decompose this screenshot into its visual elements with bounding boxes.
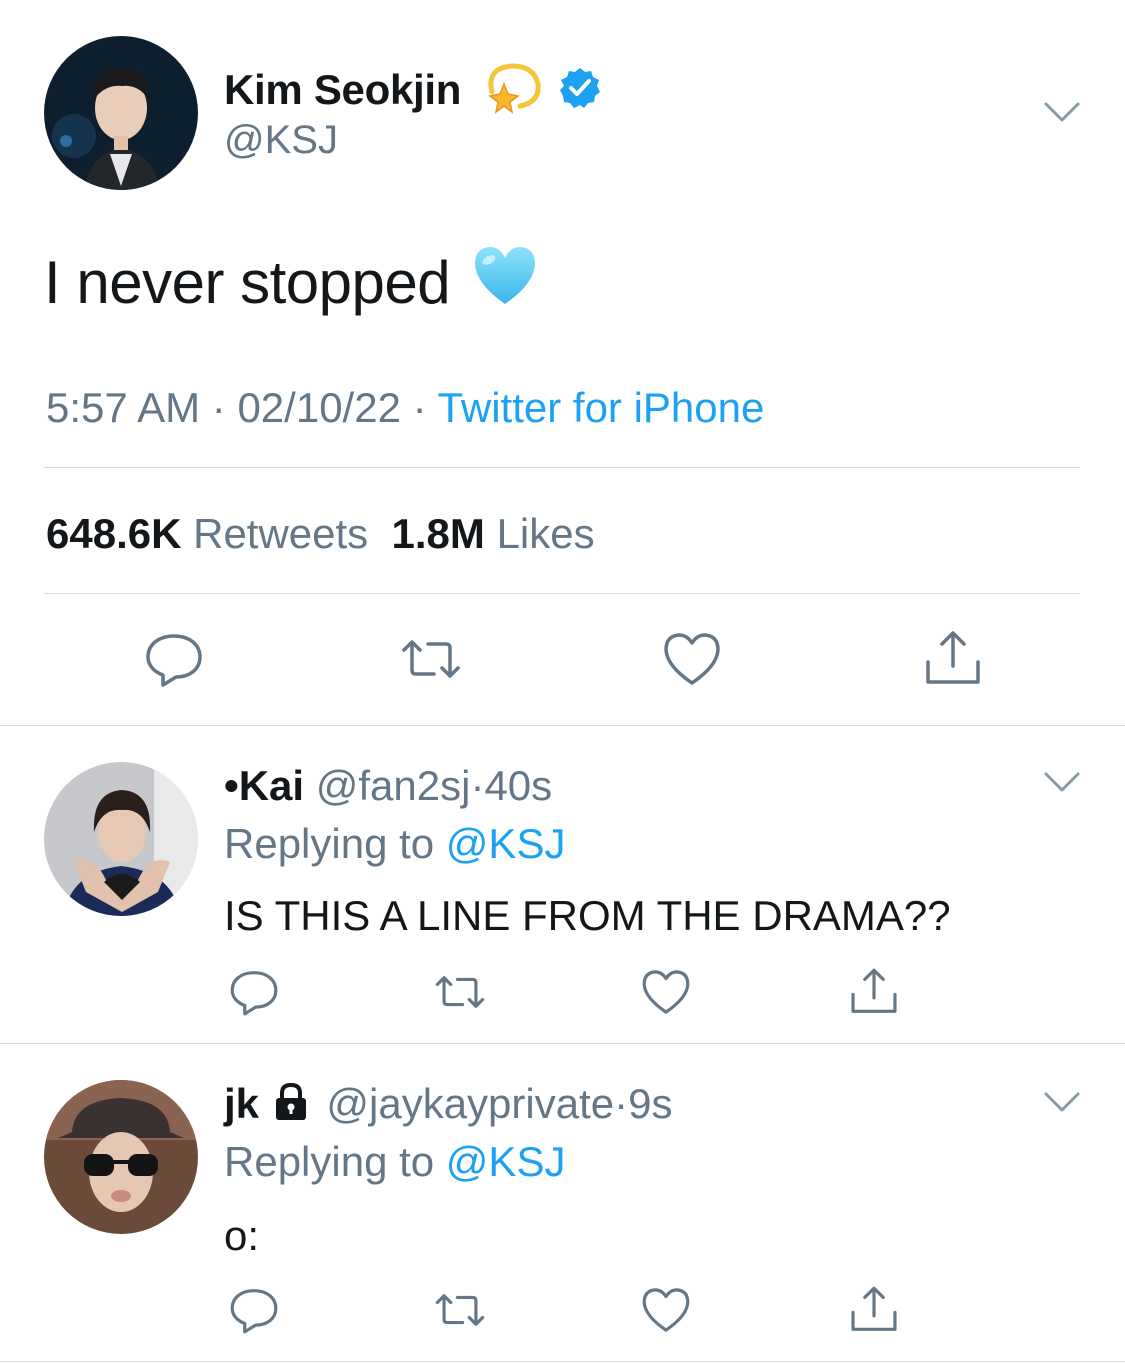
reply-timestamp[interactable]: 40s: [484, 762, 552, 809]
reply-avatar[interactable]: [44, 762, 198, 916]
chevron-down-icon[interactable]: [1042, 100, 1082, 124]
retweet-button[interactable]: [434, 966, 486, 1018]
divider: [0, 1361, 1125, 1362]
retweet-icon: [435, 1294, 485, 1326]
retweet-button[interactable]: [400, 628, 462, 690]
reply-author-handle[interactable]: @fan2sj: [316, 762, 471, 809]
share-icon: [851, 968, 897, 1013]
share-icon: [926, 631, 980, 684]
divider: [0, 725, 1125, 726]
share-button[interactable]: [922, 628, 984, 690]
heart-icon: [642, 1288, 690, 1332]
reply-text: IS THIS A LINE FROM THE DRAMA??: [224, 892, 951, 939]
chevron-down-icon[interactable]: [1042, 1090, 1082, 1114]
replying-to: Replying to @KSJ: [224, 820, 566, 867]
reply-icon: [146, 634, 202, 687]
retweets-stat[interactable]: 648.6K Retweets: [46, 510, 368, 557]
reply-avatar[interactable]: [44, 1080, 198, 1234]
replying-to: Replying to @KSJ: [224, 1138, 566, 1185]
light-blue-heart-emoji: [472, 244, 538, 320]
like-button[interactable]: [640, 1284, 692, 1336]
tweet-date[interactable]: 02/10/22: [237, 384, 401, 431]
retweet-icon: [435, 976, 485, 1008]
reply-text: o:: [224, 1212, 260, 1259]
divider: [44, 593, 1080, 594]
tweet-author-name[interactable]: Kim Seokjin: [224, 62, 602, 124]
likes-stat[interactable]: 1.8M Likes: [392, 510, 595, 557]
reply-author-name[interactable]: jk: [224, 1080, 259, 1127]
reply-button[interactable]: [228, 966, 280, 1018]
replying-to-handle[interactable]: @KSJ: [446, 820, 566, 867]
reply-icon: [230, 1289, 278, 1334]
tweet-stats: 648.6K Retweets 1.8M Likes: [46, 510, 595, 558]
like-button[interactable]: [661, 628, 723, 690]
verified-badge-icon: [558, 66, 602, 120]
reply-author-handle[interactable]: @jaykayprivate: [326, 1080, 614, 1127]
divider: [0, 1043, 1125, 1044]
tweet-text: I never stopped: [44, 244, 538, 320]
tweet-meta: 5:57 AM · 02/10/22 · Twitter for iPhone: [46, 384, 765, 431]
retweet-icon: [402, 640, 460, 678]
heart-icon: [642, 970, 690, 1014]
tweet-source-link[interactable]: Twitter for iPhone: [438, 384, 765, 431]
reply-icon: [230, 971, 278, 1016]
reply-author-name[interactable]: •Kai: [224, 762, 304, 809]
share-button[interactable]: [848, 966, 900, 1018]
dizzy-star-emoji: [484, 62, 542, 124]
reply-button[interactable]: [143, 628, 205, 690]
tweet-author-handle[interactable]: @KSJ: [224, 118, 338, 163]
main-avatar[interactable]: [44, 36, 198, 190]
lock-icon: [273, 1082, 309, 1132]
tweet-time[interactable]: 5:57 AM: [46, 384, 200, 431]
reply-button[interactable]: [228, 1284, 280, 1336]
share-button[interactable]: [848, 1284, 900, 1336]
heart-icon: [664, 633, 720, 685]
reply-header: •Kai @fan2sj·40s: [224, 762, 553, 809]
replying-to-handle[interactable]: @KSJ: [446, 1138, 566, 1185]
like-button[interactable]: [640, 966, 692, 1018]
share-icon: [851, 1286, 897, 1331]
reply-header: jk @jaykayprivate·9s: [224, 1080, 672, 1132]
chevron-down-icon[interactable]: [1042, 770, 1082, 794]
retweet-button[interactable]: [434, 1284, 486, 1336]
reply-timestamp[interactable]: 9s: [628, 1080, 672, 1127]
divider: [44, 467, 1080, 468]
